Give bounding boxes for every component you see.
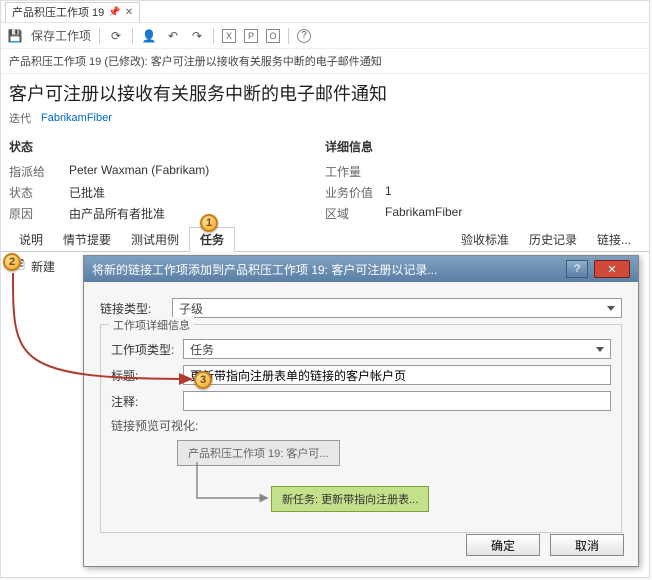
input-comment[interactable] xyxy=(183,391,611,411)
preview-section: 链接预览可视化: 产品积压工作项 19: 客户可... 新任务: 更新带指向注册… xyxy=(111,417,611,524)
p-box-icon[interactable]: P xyxy=(244,29,258,43)
save-button[interactable]: 保存工作项 xyxy=(31,27,91,44)
label-area: 区域 xyxy=(325,205,385,222)
value-bizvalue[interactable]: 1 xyxy=(385,184,392,201)
iteration-row: 迭代 FabrikamFiber xyxy=(1,108,649,132)
tab-testcases[interactable]: 测试用例 xyxy=(121,228,189,251)
document-tab-strip: 产品积压工作项 19 📌 ✕ xyxy=(1,1,649,23)
label-bizvalue: 业务价值 xyxy=(325,184,385,201)
tab-storyboard[interactable]: 情节提要 xyxy=(53,228,121,251)
breadcrumb: 产品积压工作项 19 (已修改): 客户可注册以接收有关服务中断的电子邮件通知 xyxy=(1,49,649,74)
dialog-close-icon[interactable]: ✕ xyxy=(594,260,630,278)
help-icon[interactable]: ? xyxy=(297,29,311,43)
new-label: 新建 xyxy=(31,258,55,275)
annotation-1: 1 xyxy=(200,214,218,232)
select-wit-value: 任务 xyxy=(190,341,214,358)
value-reason[interactable]: 由产品所有者批准 xyxy=(69,205,165,222)
value-assigned[interactable]: Peter Waxman (Fabrikam) xyxy=(69,163,209,180)
label-comment: 注释: xyxy=(111,393,183,410)
preview-canvas: 产品积压工作项 19: 客户可... 新任务: 更新带指向注册表... xyxy=(167,438,611,524)
value-area[interactable]: FabrikamFiber xyxy=(385,205,462,222)
label-reason: 原因 xyxy=(9,205,69,222)
label-state: 状态 xyxy=(9,184,69,201)
dialog-button-row: 确定 取消 xyxy=(466,534,624,556)
label-assigned: 指派给 xyxy=(9,163,69,180)
history-back-icon[interactable]: ↶ xyxy=(165,28,181,44)
person-icon[interactable]: 👤 xyxy=(141,28,157,44)
select-link-type[interactable]: 子级 xyxy=(172,298,622,318)
annotation-2: 2 xyxy=(3,253,21,271)
toolbar-separator xyxy=(288,28,289,44)
cancel-button[interactable]: 取消 xyxy=(550,534,624,556)
field-area: 区域 FabrikamFiber xyxy=(325,203,641,224)
input-title[interactable] xyxy=(183,365,611,385)
work-item-window: 产品积压工作项 19 📌 ✕ 💾 保存工作项 ⟳ 👤 ↶ ↷ X P O ? 产… xyxy=(0,0,650,578)
toolbar-separator xyxy=(213,28,214,44)
fields-area: 状态 指派给 Peter Waxman (Fabrikam) 状态 已批准 原因… xyxy=(1,132,649,224)
label-title: 标题: xyxy=(111,367,183,384)
iteration-label: 迭代 xyxy=(9,110,31,126)
tab-acceptance[interactable]: 验收标准 xyxy=(451,228,519,251)
document-tab-title: 产品积压工作项 19 xyxy=(12,4,104,20)
label-wit: 工作项类型: xyxy=(111,341,183,358)
dialog-help-icon[interactable]: ? xyxy=(566,260,588,278)
toolbar-separator xyxy=(99,28,100,44)
row-title: 标题: xyxy=(111,365,611,385)
tab-description[interactable]: 说明 xyxy=(9,228,53,251)
annotation-3: 3 xyxy=(194,371,212,389)
row-wit: 工作项类型: 任务 xyxy=(111,339,611,359)
close-tab-icon[interactable]: ✕ xyxy=(125,7,133,18)
field-assigned-to: 指派给 Peter Waxman (Fabrikam) xyxy=(9,161,325,182)
dialog-titlebar[interactable]: 将新的链接工作项添加到产品积压工作项 19: 客户可注册以记录... ? ✕ xyxy=(84,256,638,282)
toolbar-separator xyxy=(132,28,133,44)
preview-child-node: 新任务: 更新带指向注册表... xyxy=(271,486,429,512)
tab-history[interactable]: 历史记录 xyxy=(519,228,587,251)
save-icon[interactable]: 💾 xyxy=(7,28,23,44)
field-bizvalue: 业务价值 1 xyxy=(325,182,641,203)
field-effort: 工作量 xyxy=(325,161,641,182)
preview-parent-node: 产品积压工作项 19: 客户可... xyxy=(177,440,340,466)
group-title: 工作项详细信息 xyxy=(109,317,194,333)
left-column: 状态 指派给 Peter Waxman (Fabrikam) 状态 已批准 原因… xyxy=(9,134,325,224)
field-reason: 原因 由产品所有者批准 xyxy=(9,203,325,224)
tab-links[interactable]: 链接... xyxy=(587,228,641,251)
label-effort: 工作量 xyxy=(325,163,385,180)
x-box-icon[interactable]: X xyxy=(222,29,236,43)
preview-label: 链接预览可视化: xyxy=(111,417,611,434)
dialog-body: 链接类型: 子级 工作项详细信息 工作项类型: 任务 标题: xyxy=(84,282,638,533)
row-comment: 注释: xyxy=(111,391,611,411)
row-link-type: 链接类型: 子级 xyxy=(100,298,622,318)
refresh-icon[interactable]: ⟳ xyxy=(108,28,124,44)
iteration-link[interactable]: FabrikamFiber xyxy=(41,112,112,124)
select-link-type-value: 子级 xyxy=(179,300,203,317)
select-wit[interactable]: 任务 xyxy=(183,339,611,359)
toolbar: 💾 保存工作项 ⟳ 👤 ↶ ↷ X P O ? xyxy=(1,23,649,49)
pin-icon[interactable]: 📌 xyxy=(108,7,120,18)
document-tab[interactable]: 产品积压工作项 19 📌 ✕ xyxy=(5,2,140,22)
field-state: 状态 已批准 xyxy=(9,182,325,203)
left-heading: 状态 xyxy=(9,134,325,161)
page-title: 客户可注册以接收有关服务中断的电子邮件通知 xyxy=(1,74,649,108)
add-link-dialog: 将新的链接工作项添加到产品积压工作项 19: 客户可注册以记录... ? ✕ 链… xyxy=(83,255,639,567)
group-work-item-details: 工作项详细信息 工作项类型: 任务 标题: 注释: 链接预览可视化: xyxy=(100,324,622,533)
value-state[interactable]: 已批准 xyxy=(69,184,105,201)
inner-tabs: 说明 情节提要 测试用例 任务 验收标准 历史记录 链接... xyxy=(1,230,649,252)
dialog-title: 将新的链接工作项添加到产品积压工作项 19: 客户可注册以记录... xyxy=(92,261,560,278)
o-box-icon[interactable]: O xyxy=(266,29,280,43)
right-heading: 详细信息 xyxy=(325,134,641,161)
history-fwd-icon[interactable]: ↷ xyxy=(189,28,205,44)
label-link-type: 链接类型: xyxy=(100,300,172,317)
right-column: 详细信息 工作量 业务价值 1 区域 FabrikamFiber xyxy=(325,134,641,224)
ok-button[interactable]: 确定 xyxy=(466,534,540,556)
